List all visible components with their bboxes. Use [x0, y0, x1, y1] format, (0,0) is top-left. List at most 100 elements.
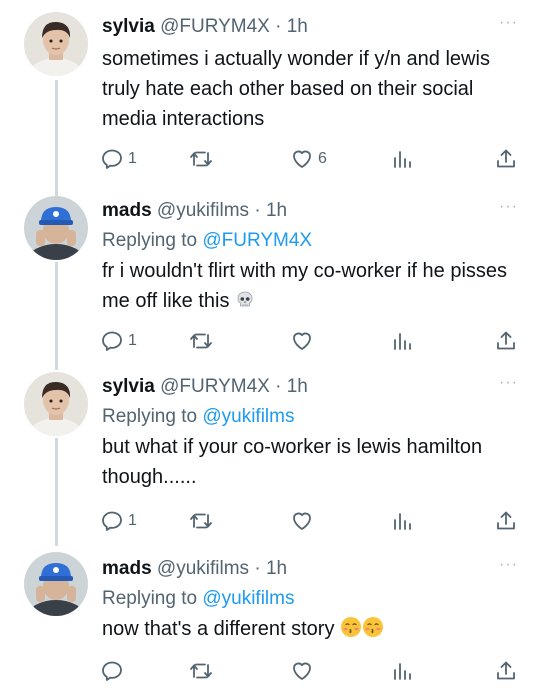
reply-icon	[102, 511, 122, 531]
like-button[interactable]	[290, 506, 318, 536]
separator-dot: ·	[275, 376, 282, 397]
share-button[interactable]	[494, 144, 518, 174]
tweet[interactable]: sylvia @FURYM4X · 1h ··· Replying to @yu…	[0, 366, 540, 542]
tweet-text: now that's a different story	[102, 614, 518, 644]
mention-link[interactable]: @yukifilms	[202, 588, 294, 609]
timestamp[interactable]: 1h	[266, 200, 287, 221]
more-options-icon[interactable]: ···	[499, 372, 518, 394]
more-options-icon[interactable]: ···	[499, 554, 518, 576]
timestamp[interactable]: 1h	[287, 16, 308, 37]
share-icon	[497, 149, 515, 168]
tweet-actions: 1	[100, 506, 520, 536]
analytics-icon	[394, 513, 411, 530]
display-name[interactable]: sylvia	[102, 16, 155, 37]
replying-prefix: Replying to	[102, 406, 203, 427]
reply-count: 1	[128, 512, 137, 529]
person-avatar-icon	[24, 372, 88, 436]
display-name[interactable]: mads	[102, 200, 152, 221]
blue-cap-avatar-icon	[24, 552, 88, 616]
like-button[interactable]	[290, 656, 318, 686]
skull-emoji	[237, 291, 253, 307]
share-icon	[497, 661, 515, 680]
reply-icon	[102, 661, 122, 681]
reply-button[interactable]: 1	[100, 326, 137, 356]
analytics-button[interactable]	[390, 144, 414, 174]
heart-icon	[293, 332, 311, 350]
user-handle[interactable]: @yukifilms	[157, 558, 249, 579]
tweet-header: sylvia @FURYM4X · 1h	[102, 12, 518, 42]
replying-to: Replying to @FURYM4X	[102, 228, 518, 254]
reply-count: 1	[128, 150, 137, 167]
analytics-icon	[394, 151, 411, 168]
retweet-icon	[190, 333, 212, 349]
mention-link[interactable]: @yukifilms	[202, 406, 294, 427]
tweet-text-content: now that's a different story	[102, 618, 335, 640]
replying-to: Replying to @yukifilms	[102, 404, 518, 430]
more-options-icon[interactable]: ···	[499, 12, 518, 34]
user-handle[interactable]: @yukifilms	[157, 200, 249, 221]
retweet-button[interactable]	[188, 326, 218, 356]
retweet-button[interactable]	[188, 656, 218, 686]
like-button[interactable]	[290, 326, 318, 356]
tweet-actions: 1	[100, 326, 520, 356]
avatar[interactable]	[24, 196, 88, 260]
reply-icon	[102, 331, 122, 351]
kissing-face-emoji	[341, 617, 362, 637]
tweet-text: but what if your co-worker is lewis hami…	[102, 436, 483, 488]
heart-icon	[293, 512, 311, 530]
retweet-icon	[190, 663, 212, 679]
tweet[interactable]: mads @yukifilms · 1h ··· Replying to @FU…	[0, 190, 540, 366]
separator-dot: ·	[254, 558, 261, 579]
share-icon	[497, 331, 515, 350]
like-button[interactable]: 6	[290, 144, 327, 174]
like-count: 6	[318, 150, 327, 167]
more-options-icon[interactable]: ···	[499, 196, 518, 218]
avatar[interactable]	[24, 372, 88, 436]
tweet-header: mads @yukifilms · 1h	[102, 196, 518, 226]
tweet-text: fr i wouldn't flirt with my co-worker if…	[102, 256, 518, 316]
avatar[interactable]	[24, 552, 88, 616]
separator-dot: ·	[254, 200, 261, 221]
retweet-button[interactable]	[188, 144, 218, 174]
retweet-button[interactable]	[188, 506, 218, 536]
heart-icon	[293, 662, 311, 680]
timestamp[interactable]: 1h	[287, 376, 308, 397]
analytics-button[interactable]	[390, 326, 414, 356]
tweet-header: sylvia @FURYM4X · 1h	[102, 372, 518, 402]
replying-prefix: Replying to	[102, 230, 203, 251]
analytics-button[interactable]	[390, 506, 414, 536]
user-handle[interactable]: @FURYM4X	[160, 16, 270, 37]
user-handle[interactable]: @FURYM4X	[160, 376, 270, 397]
timestamp[interactable]: 1h	[266, 558, 287, 579]
share-button[interactable]	[494, 656, 518, 686]
tweet-text-content: fr i wouldn't flirt with my co-worker if…	[102, 260, 508, 312]
share-icon	[497, 511, 515, 530]
reply-button[interactable]: 1	[100, 506, 137, 536]
display-name[interactable]: mads	[102, 558, 152, 579]
share-button[interactable]	[494, 506, 518, 536]
replying-prefix: Replying to	[102, 588, 203, 609]
person-avatar-icon	[24, 12, 88, 76]
blue-cap-avatar-icon	[24, 196, 88, 260]
retweet-icon	[190, 513, 212, 529]
retweet-icon	[190, 151, 212, 167]
tweet-actions: 1 6	[100, 144, 520, 174]
tweet[interactable]: mads @yukifilms · 1h ··· Replying to @yu…	[0, 542, 540, 696]
tweet[interactable]: sylvia @FURYM4X · 1h ··· sometimes i act…	[0, 0, 540, 190]
reply-icon	[102, 149, 122, 169]
separator-dot: ·	[275, 16, 282, 37]
tweet-header: mads @yukifilms · 1h	[102, 554, 518, 584]
analytics-icon	[394, 333, 411, 350]
avatar[interactable]	[24, 12, 88, 76]
display-name[interactable]: sylvia	[102, 376, 155, 397]
reply-button[interactable]: 1	[100, 144, 137, 174]
tweet-actions	[100, 656, 520, 686]
mention-link[interactable]: @FURYM4X	[202, 230, 312, 251]
replying-to: Replying to @yukifilms	[102, 586, 518, 612]
analytics-button[interactable]	[390, 656, 414, 686]
share-button[interactable]	[494, 326, 518, 356]
reply-count: 1	[128, 332, 137, 349]
reply-button[interactable]	[100, 656, 128, 686]
kissing-face-emoji	[363, 617, 384, 637]
heart-icon	[293, 150, 311, 168]
